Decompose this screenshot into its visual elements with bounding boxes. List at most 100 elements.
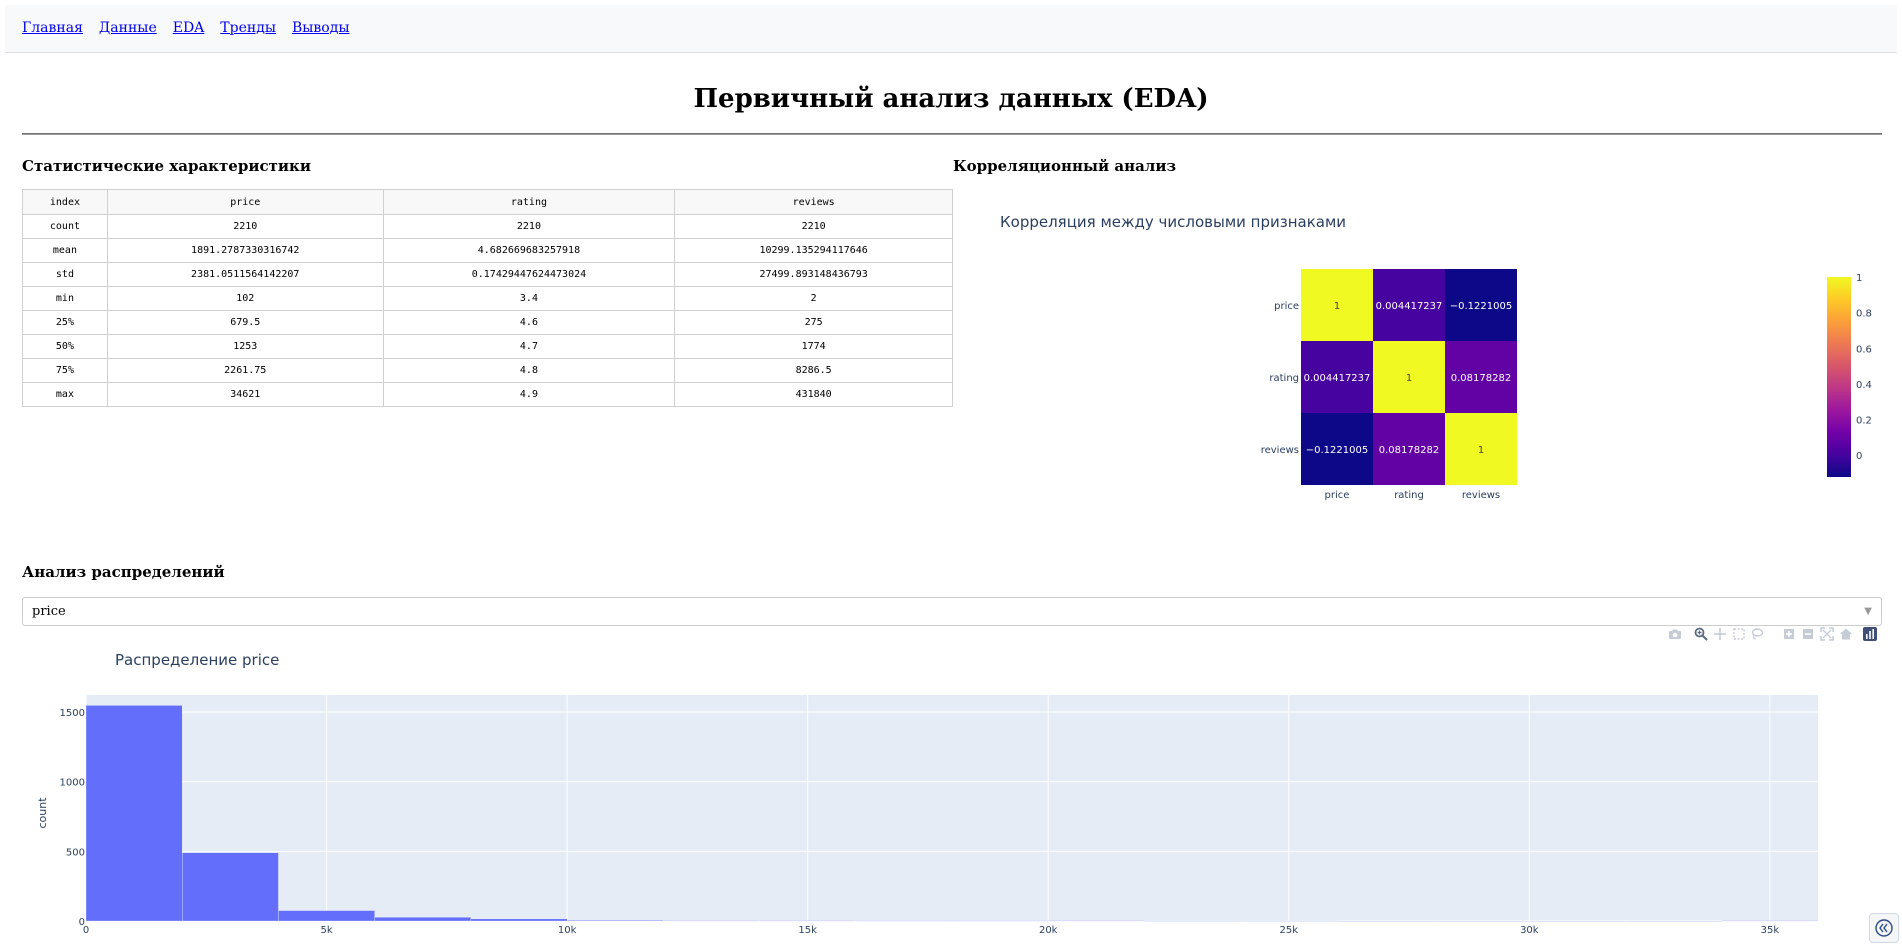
y-tick-label: 1000 xyxy=(60,778,85,789)
stats-table: index price rating reviews count 2210 2210… xyxy=(22,189,953,407)
x-tick-label: 35k xyxy=(1761,925,1780,936)
table-cell[interactable]: 679.5 xyxy=(106,310,384,335)
row-index-cell[interactable]: count xyxy=(22,214,108,239)
double-chevron-left-icon xyxy=(1875,919,1893,937)
table-cell[interactable]: 4.9 xyxy=(382,382,676,407)
colorbar-tick-label: 1 xyxy=(1856,273,1862,284)
home-icon[interactable] xyxy=(1839,627,1853,641)
dist-section-title: Анализ распределений xyxy=(22,563,225,581)
navbar: Главная Данные EDA Тренды Выводы xyxy=(5,5,1897,53)
y-tick-label: 500 xyxy=(66,847,85,858)
histogram-bar xyxy=(951,920,1049,922)
column-header[interactable]: reviews xyxy=(674,189,953,215)
column-header[interactable]: price xyxy=(106,189,384,215)
x-tick-label: 0 xyxy=(83,925,89,936)
histogram-bar xyxy=(1240,920,1338,922)
column-header[interactable]: rating xyxy=(382,189,676,215)
divider xyxy=(22,133,1882,135)
row-index-cell[interactable]: mean xyxy=(22,238,108,263)
heatmap-cell-label: 0.004417237 xyxy=(1304,373,1371,384)
table-cell[interactable]: 1774 xyxy=(674,334,953,359)
table-cell[interactable]: 34621 xyxy=(106,382,384,407)
heatmap-x-tick-label: rating xyxy=(1394,490,1424,501)
correlation-heatmap[interactable]: 1 0.004417237 −0.1221005 0.004417237 1 0.0817… xyxy=(1200,255,1900,510)
zoom-out-icon[interactable] xyxy=(1801,627,1815,641)
zoom-in-icon[interactable] xyxy=(1782,627,1796,641)
histogram-bar xyxy=(182,852,279,922)
colorbar-tick-label: 0 xyxy=(1856,451,1862,462)
table-cell[interactable]: 275 xyxy=(674,310,953,335)
nav-link-data[interactable]: Данные xyxy=(99,20,157,36)
row-index-cell[interactable]: 25% xyxy=(22,310,108,335)
row-index-cell[interactable]: max xyxy=(22,382,108,407)
table-cell[interactable]: 2261.75 xyxy=(106,358,384,383)
table-cell[interactable]: 2210 xyxy=(382,214,676,239)
histogram-bar xyxy=(1336,920,1434,922)
zoom-icon[interactable] xyxy=(1694,627,1708,641)
table-cell[interactable]: 4.7 xyxy=(382,334,676,359)
histogram-bar xyxy=(1432,920,1530,922)
table-cell[interactable]: 4.8 xyxy=(382,358,676,383)
table-cell[interactable]: 102 xyxy=(106,286,384,311)
x-tick-label: 5k xyxy=(320,925,332,936)
table-cell[interactable]: 2 xyxy=(674,286,953,311)
corr-section-title: Корреляционный анализ xyxy=(953,157,1177,175)
box-select-icon[interactable] xyxy=(1732,627,1746,641)
heatmap-y-tick-label: reviews xyxy=(1261,445,1299,456)
page-title: Первичный анализ данных (EDA) xyxy=(693,84,1209,114)
table-cell[interactable]: 8286.5 xyxy=(674,358,953,383)
row-index-cell[interactable]: min xyxy=(22,286,108,311)
histogram-bar xyxy=(1721,920,1819,922)
table-row: 25% 679.5 4.6 275 xyxy=(22,310,953,335)
table-row: count 2210 2210 2210 xyxy=(22,214,953,239)
y-tick-label: 1500 xyxy=(60,708,85,719)
nav-link-trends[interactable]: Тренды xyxy=(220,20,276,36)
table-row: max 34621 4.9 431840 xyxy=(22,382,953,407)
camera-icon[interactable] xyxy=(1668,627,1682,641)
table-row: mean 1891.2787330316742 4.682669683257918 1… xyxy=(22,238,953,263)
nav-link-conclusions[interactable]: Выводы xyxy=(292,20,350,36)
table-cell[interactable]: 0.17429447624473024 xyxy=(382,262,676,287)
table-cell[interactable]: 4.6 xyxy=(382,310,676,335)
chevron-down-icon[interactable]: ▼ xyxy=(1864,606,1872,617)
table-cell[interactable]: 2381.0511564142207 xyxy=(106,262,384,287)
nav-links: Главная Данные EDA Тренды Выводы xyxy=(22,20,366,36)
table-cell[interactable]: 3.4 xyxy=(382,286,676,311)
histogram-plot-area xyxy=(86,695,1818,921)
table-cell[interactable]: 2210 xyxy=(674,214,953,239)
table-cell[interactable]: 1891.2787330316742 xyxy=(106,238,384,263)
nav-link-home[interactable]: Главная xyxy=(22,20,83,36)
pan-icon[interactable] xyxy=(1713,627,1727,641)
heatmap-cell-label: 1 xyxy=(1406,373,1412,384)
plotly-logo-icon[interactable] xyxy=(1863,627,1877,641)
row-index-cell[interactable]: 50% xyxy=(22,334,108,359)
feature-dropdown[interactable]: price ▼ xyxy=(22,597,1882,626)
lasso-select-icon[interactable] xyxy=(1750,627,1764,641)
collapse-button[interactable] xyxy=(1869,913,1899,943)
histogram-title: Распределение price xyxy=(115,651,280,669)
x-tick-label: 20k xyxy=(1039,925,1058,936)
table-cell[interactable]: 1253 xyxy=(106,334,384,359)
price-histogram[interactable]: 0500100015000 5k 10k 15k 20k 25k 30k 35kcount xyxy=(0,690,1860,946)
histogram-bar xyxy=(1529,920,1626,922)
heatmap-cell-label: −0.1221005 xyxy=(1450,301,1512,312)
autoscale-icon[interactable] xyxy=(1820,627,1834,641)
table-cell[interactable]: 431840 xyxy=(674,382,953,407)
histogram-bar xyxy=(1144,920,1241,922)
x-tick-label: 25k xyxy=(1280,925,1299,936)
y-axis-label: count xyxy=(36,797,49,829)
table-cell[interactable]: 10299.135294117646 xyxy=(674,238,953,263)
table-cell[interactable]: 2210 xyxy=(106,214,384,239)
table-cell[interactable]: 4.682669683257918 xyxy=(382,238,676,263)
row-index-cell[interactable]: 75% xyxy=(22,358,108,383)
colorbar-tick-label: 0.4 xyxy=(1856,380,1872,391)
table-row: 75% 2261.75 4.8 8286.5 xyxy=(22,358,953,383)
x-tick-label: 15k xyxy=(798,925,817,936)
row-index-cell[interactable]: std xyxy=(22,262,108,287)
table-cell[interactable]: 27499.893148436793 xyxy=(674,262,953,287)
column-header[interactable]: index xyxy=(22,189,108,215)
dropdown-value: price xyxy=(32,604,66,619)
heatmap-cell-label: 0.08178282 xyxy=(1451,373,1511,384)
nav-link-eda[interactable]: EDA xyxy=(173,20,205,36)
colorbar-tick-label: 0.8 xyxy=(1856,309,1872,320)
